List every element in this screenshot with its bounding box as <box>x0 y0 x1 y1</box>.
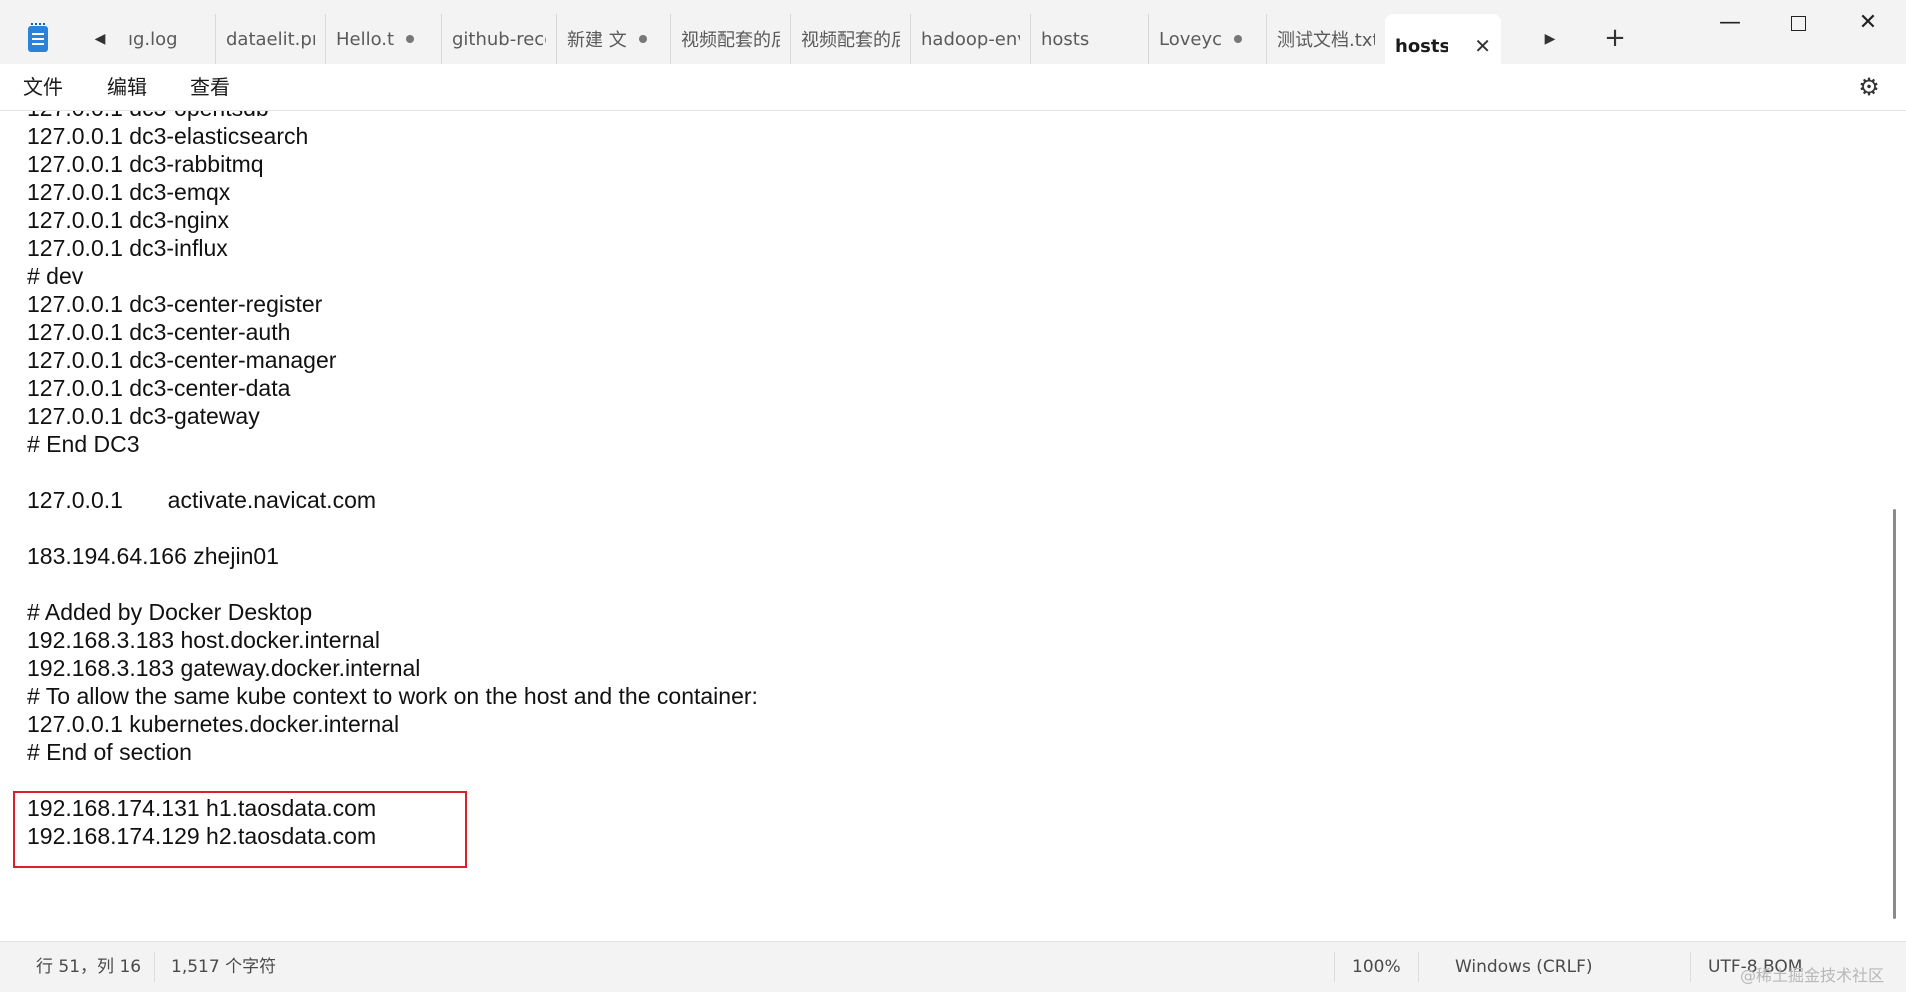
notepad-window: ◀ ıg.log dataelit.prop Hello.t github-re… <box>0 0 1906 992</box>
maximize-icon <box>1790 15 1806 31</box>
menu-file[interactable]: 文件 <box>23 72 63 102</box>
tab-item[interactable]: github-recov <box>442 14 557 64</box>
character-count: 1,517 个字符 <box>171 957 277 977</box>
editor-line: 127.0.0.1 dc3-center-manager <box>27 347 337 373</box>
unsaved-dot-icon <box>406 35 415 43</box>
zoom-level[interactable]: 100% <box>1352 956 1401 978</box>
editor-line: 192.168.3.183 host.docker.internal <box>27 627 380 653</box>
editor-line: # To allow the same kube context to work… <box>27 683 758 709</box>
settings-gear-icon[interactable]: ⚙ <box>1856 74 1882 100</box>
menu-edit[interactable]: 编辑 <box>107 72 147 102</box>
editor-line: 127.0.0.1 dc3-rabbitmq <box>27 151 264 177</box>
tab-label: Loveyc <box>1159 28 1222 50</box>
editor-line: 127.0.0.1 dc3-emqx <box>27 179 231 205</box>
editor-line: # End of section <box>27 739 192 765</box>
tab-label: ıg.log <box>128 28 178 50</box>
tab-label: github-recov <box>452 28 546 50</box>
tab-label: hadoop-env <box>921 28 1020 50</box>
status-divider <box>154 952 155 982</box>
status-bar: 行 51，列 16 1,517 个字符 100% Windows (CRLF) … <box>0 941 1906 992</box>
menu-bar: 文件 编辑 查看 ⚙ <box>0 64 1906 111</box>
tab-label: dataelit.prop <box>226 28 315 50</box>
editor-line: 127.0.0.1 dc3-center-data <box>27 375 291 401</box>
status-divider <box>1334 952 1335 982</box>
editor-line: 127.0.0.1 dc3-influx <box>27 235 228 261</box>
editor-line: 127.0.0.1 dc3-center-register <box>27 291 323 317</box>
tab-label: 新建 文 <box>567 30 627 51</box>
text-editor[interactable]: 127.0.0.1 dc3-opentsdb 127.0.0.1 dc3-ela… <box>0 111 1906 941</box>
notepad-app-icon <box>28 23 48 52</box>
unsaved-dot-icon <box>638 35 647 43</box>
tab-item[interactable]: hosts <box>1031 14 1149 64</box>
active-tab-label: hosts <box>1395 35 1449 57</box>
menu-view[interactable]: 查看 <box>190 72 230 102</box>
editor-line: # Added by Docker Desktop <box>27 599 313 625</box>
editor-line: 183.194.64.166 zhejin01 <box>27 543 279 569</box>
editor-line: 127.0.0.1 dc3-nginx <box>27 207 230 233</box>
cursor-position[interactable]: 行 51，列 16 <box>36 956 141 978</box>
tab-item[interactable]: 视频配套的后 <box>671 14 791 64</box>
close-window-button[interactable]: ✕ <box>1840 6 1896 40</box>
editor-line: # End DC3 <box>27 431 140 457</box>
editor-line: 127.0.0.1 kubernetes.docker.internal <box>27 711 400 737</box>
scrollbar-thumb[interactable] <box>1893 509 1896 919</box>
editor-line: 127.0.0.1 dc3-opentsdb <box>27 111 758 122</box>
minimize-button[interactable]: — <box>1702 6 1758 40</box>
editor-line: # dev <box>27 263 84 289</box>
tab-item[interactable]: 测试文档.txt <box>1267 14 1385 64</box>
maximize-button[interactable] <box>1770 6 1826 40</box>
tab-item[interactable]: dataelit.prop <box>216 14 326 64</box>
editor-line: 127.0.0.1 dc3-gateway <box>27 403 260 429</box>
status-divider <box>1418 952 1419 982</box>
tab-item[interactable]: Loveyc <box>1149 14 1267 64</box>
close-icon[interactable]: ✕ <box>1474 34 1491 58</box>
tab-item[interactable]: 视频配套的后 <box>791 14 911 64</box>
tab-item[interactable]: 新建 文 <box>557 14 671 64</box>
tab-item[interactable]: ıg.log <box>118 14 216 64</box>
tab-scroll-left-icon[interactable]: ◀ <box>88 26 112 52</box>
status-divider <box>1690 952 1691 982</box>
red-highlight-box <box>13 791 467 868</box>
tab-scroll-right-icon[interactable]: ▶ <box>1538 26 1562 52</box>
watermark: @稀土掘金技术社区 <box>1740 966 1885 985</box>
editor-line: 192.168.3.183 gateway.docker.internal <box>27 655 421 681</box>
line-ending[interactable]: Windows (CRLF) <box>1455 956 1593 978</box>
editor-line: 127.0.0.1 activate.navicat.com <box>27 487 377 513</box>
tab-label: 测试文档.txt <box>1277 30 1375 51</box>
new-tab-plus-icon[interactable]: + <box>1600 22 1630 54</box>
tab-label: Hello.t <box>336 28 395 50</box>
tab-label: hosts <box>1041 28 1090 50</box>
editor-line: 127.0.0.1 dc3-center-auth <box>27 319 291 345</box>
tab-strip: ıg.log dataelit.prop Hello.t github-reco… <box>118 14 1501 78</box>
tab-item[interactable]: hadoop-env <box>911 14 1031 64</box>
unsaved-dot-icon <box>1234 35 1242 43</box>
tab-label: 视频配套的后 <box>801 30 900 51</box>
editor-lines: 127.0.0.1 dc3-opentsdb 127.0.0.1 dc3-ela… <box>27 111 758 850</box>
tab-label: 视频配套的后 <box>681 30 780 51</box>
editor-line: 127.0.0.1 dc3-elasticsearch <box>27 123 309 149</box>
tab-item[interactable]: Hello.t <box>326 14 442 64</box>
